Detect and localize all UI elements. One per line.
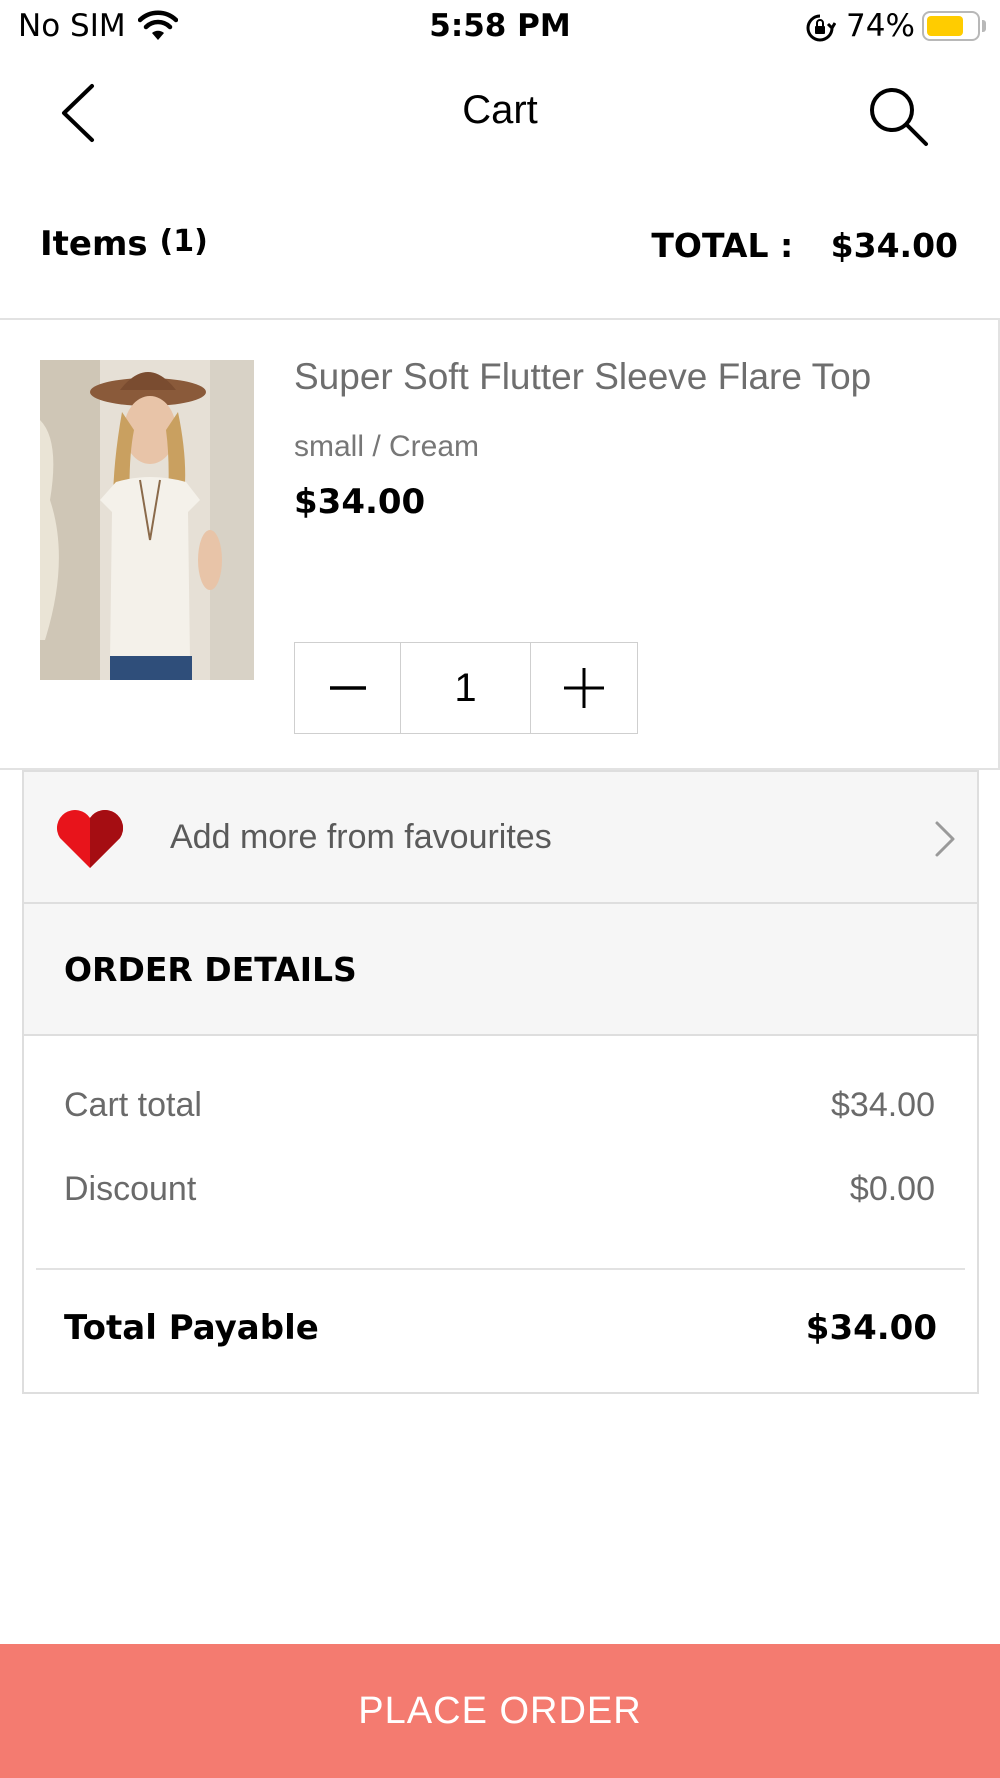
heart-icon [56,809,124,868]
discount-label: Discount [64,1170,197,1208]
discount-row: Discount $0.00 [64,1170,935,1209]
order-details-title: ORDER DETAILS [64,950,357,989]
total-label: TOTAL : [651,226,794,265]
favourites-label: Add more from favourites [170,818,552,856]
cart-total-summary: TOTAL : $34.00 [651,226,958,265]
product-photo[interactable] [40,360,254,680]
battery-icon [922,11,980,41]
decrease-quantity-button[interactable] [295,643,400,733]
total-payable-label: Total Payable [64,1308,319,1348]
orientation-lock-icon [806,14,836,42]
quantity-stepper: 1 [294,642,638,734]
order-details-header: ORDER DETAILS [24,904,977,1036]
total-value: $34.00 [830,226,958,265]
discount-value: $0.00 [849,1170,935,1208]
order-details-panel: ORDER DETAILS Cart total $34.00 Discount… [22,904,979,1394]
minus-icon [329,686,366,690]
product-name[interactable]: Super Soft Flutter Sleeve Flare Top [294,356,871,398]
page-title: Cart [462,88,538,132]
add-from-favourites-button[interactable]: Add more from favourites [22,770,979,904]
battery-level [927,16,963,36]
search-icon[interactable] [862,80,932,150]
items-label: Items [40,224,148,264]
total-payable-row: Total Payable $34.00 [64,1308,937,1348]
items-count-value: (1) [159,224,208,259]
battery-percentage: 74% [846,8,915,44]
plus-icon [563,668,604,708]
quantity-value: 1 [400,643,531,733]
divider [36,1268,965,1270]
product-variant: small / Cream [294,430,480,463]
battery-cap [982,20,986,32]
product-photo-illustration [40,360,254,680]
place-order-button[interactable]: PLACE ORDER [0,1644,1000,1778]
items-count: Items (1) [40,224,208,264]
status-bar: No SIM 5:58 PM 74% [0,0,1000,56]
cart-total-row: Cart total $34.00 [64,1086,935,1125]
increase-quantity-button[interactable] [531,643,636,733]
total-payable-value: $34.00 [805,1308,937,1348]
chevron-right-icon [935,821,955,857]
cart-total-label: Cart total [64,1086,202,1124]
cart-total-value: $34.00 [831,1086,935,1124]
product-price: $34.00 [294,482,426,522]
